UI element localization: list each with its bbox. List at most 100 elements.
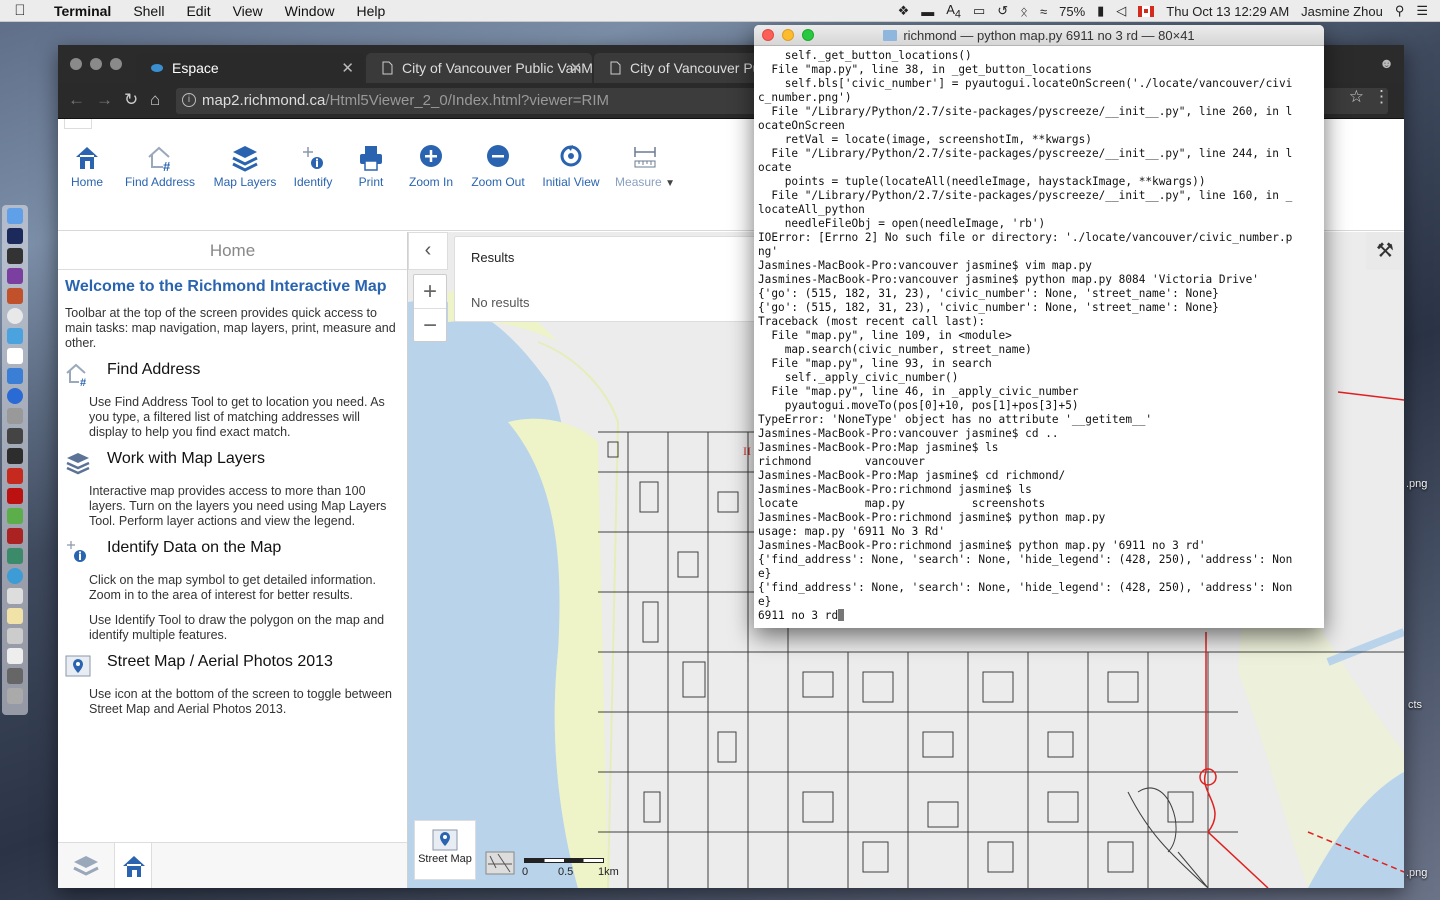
messages-icon[interactable]	[7, 328, 23, 344]
apple-menu-icon[interactable]: 	[0, 2, 40, 19]
utility-icon[interactable]	[7, 628, 23, 644]
reload-icon[interactable]: ↻	[124, 90, 138, 110]
chrome-icon[interactable]	[7, 308, 23, 324]
desktop-file-label[interactable]: .png	[1406, 478, 1427, 490]
adobe-icon[interactable]: A4	[946, 2, 961, 21]
section-text: Click on the map symbol to get detailed …	[89, 573, 376, 602]
system-preferences-icon[interactable]	[7, 408, 23, 424]
tool-initial-view[interactable]: Initial View	[542, 141, 600, 189]
basemap-label: Street Map	[418, 853, 472, 865]
app-icon-orange[interactable]	[7, 288, 23, 304]
tool-measure[interactable]: Measure ▼	[614, 141, 676, 189]
help-section-map-layers: Work with Map Layers Interactive map pro…	[65, 450, 399, 529]
battery-percent[interactable]: 75%	[1059, 4, 1085, 19]
results-panel: Results No results	[454, 236, 774, 322]
photoshop-icon[interactable]	[7, 228, 23, 244]
tab-espace[interactable]: Espace ✕	[136, 53, 364, 83]
browser-menu-icon[interactable]: ⋮	[1373, 87, 1390, 107]
app-icon-green[interactable]	[7, 508, 23, 524]
tool-print[interactable]: Print	[354, 141, 388, 189]
notification-center-icon[interactable]: ☰	[1416, 3, 1428, 19]
user-name[interactable]: Jasmine Zhou	[1301, 4, 1383, 19]
map-tools-button[interactable]: ⚒	[1366, 232, 1404, 270]
incognito-icon[interactable]: ☻	[1379, 55, 1394, 71]
print-icon	[360, 146, 382, 171]
battery-status-icon[interactable]: ▬	[921, 4, 934, 19]
menu-shell[interactable]: Shell	[122, 3, 175, 19]
terminal-line: {'go': (515, 182, 31, 23), 'civic_number…	[758, 287, 1219, 300]
home-browser-icon[interactable]: ⌂	[150, 90, 160, 110]
forward-icon[interactable]: →	[96, 90, 113, 110]
desktop-file-label[interactable]: cts	[1408, 699, 1422, 711]
zoom-button[interactable]	[802, 29, 814, 41]
page-favicon-icon	[610, 61, 621, 75]
notes-icon[interactable]	[7, 608, 23, 624]
bookmark-star-icon[interactable]: ☆	[1349, 87, 1364, 107]
time-machine-icon[interactable]: ↺	[997, 3, 1008, 19]
volume-icon[interactable]: ◁	[1116, 3, 1126, 19]
map-zoom-in-button[interactable]: +	[414, 275, 446, 308]
airplay-icon[interactable]: ▭	[973, 3, 985, 19]
close-button[interactable]	[762, 29, 774, 41]
layers-tab-icon[interactable]	[72, 853, 100, 879]
battery-icon[interactable]: ▮	[1097, 3, 1104, 19]
skype-icon[interactable]	[7, 368, 23, 384]
preview-icon[interactable]	[7, 588, 23, 604]
app-store-icon[interactable]	[7, 388, 23, 404]
trash-icon[interactable]	[7, 688, 23, 704]
url-path: /Html5Viewer_2_0/Index.html?viewer=RIM	[325, 92, 609, 109]
tab-close-icon[interactable]: ✕	[341, 59, 354, 77]
terminal-app-icon[interactable]	[7, 248, 23, 264]
section-text: Interactive map provides access to more …	[89, 484, 387, 528]
zoom-window-button[interactable]	[110, 58, 122, 70]
dropbox-icon[interactable]: ❖	[898, 3, 910, 19]
tool-identify[interactable]: Identify	[290, 141, 336, 189]
menu-edit[interactable]: Edit	[175, 3, 221, 19]
tool-label: Map Layers	[213, 175, 277, 189]
document-icon[interactable]	[7, 648, 23, 664]
basemap-toggle-button[interactable]: Street Map	[414, 820, 476, 880]
tool-zoom-out[interactable]: Zoom Out	[470, 141, 526, 189]
menu-view[interactable]: View	[222, 3, 274, 19]
app-icon-red[interactable]	[7, 528, 23, 544]
menu-help[interactable]: Help	[345, 3, 396, 19]
map-zoom-out-button[interactable]: −	[414, 308, 446, 341]
app-icon-purple[interactable]	[7, 268, 23, 284]
site-info-icon[interactable]: i	[182, 93, 196, 107]
app-icon-teal[interactable]	[7, 548, 23, 564]
spotlight-icon[interactable]: ⚲	[1395, 3, 1405, 19]
minimize-window-button[interactable]	[90, 58, 102, 70]
minimize-button[interactable]	[782, 29, 794, 41]
desktop-file-label[interactable]: .png	[1406, 867, 1427, 879]
terminal-line: {'find_address': None, 'search': None, '…	[758, 581, 1293, 594]
calendar-icon[interactable]	[7, 348, 23, 364]
collapse-panel-button[interactable]: ‹	[408, 232, 448, 270]
home-tab-button[interactable]	[114, 843, 152, 888]
toolbar-tab[interactable]	[64, 119, 92, 129]
downloads-icon[interactable]	[7, 668, 23, 684]
menu-window[interactable]: Window	[274, 3, 346, 19]
acrobat-icon[interactable]	[7, 488, 23, 504]
wifi-icon[interactable]: ≈	[1040, 4, 1047, 19]
finder-icon[interactable]	[7, 208, 23, 224]
console-icon[interactable]	[7, 448, 23, 464]
filezilla-icon[interactable]	[7, 468, 23, 484]
menu-app-name[interactable]: Terminal	[40, 3, 122, 19]
aerial-photo-icon[interactable]	[484, 848, 518, 878]
terminal-line: richmond vancouver	[758, 455, 925, 468]
tool-find-address[interactable]: # Find Address	[124, 141, 196, 189]
terminal-output[interactable]: self._get_button_locations() File "map.p…	[754, 46, 1324, 623]
close-window-button[interactable]	[70, 58, 82, 70]
tool-zoom-in[interactable]: Zoom In	[406, 141, 456, 189]
tab-vancouver-1[interactable]: City of Vancouver Public VanM ✕	[366, 53, 592, 83]
app-icon-blue[interactable]	[7, 568, 23, 584]
activity-monitor-icon[interactable]	[7, 428, 23, 444]
tool-home[interactable]: Home	[70, 141, 104, 189]
input-source-flag-icon[interactable]	[1138, 5, 1155, 17]
tool-map-layers[interactable]: Map Layers	[210, 141, 280, 189]
back-icon[interactable]: ←	[68, 90, 85, 110]
tab-close-icon[interactable]: ✕	[569, 59, 582, 77]
clock[interactable]: Thu Oct 13 12:29 AM	[1166, 4, 1289, 19]
terminal-line: TypeError: 'NoneType' object has no attr…	[758, 413, 1153, 426]
bluetooth-icon[interactable]: ᛟ	[1020, 4, 1028, 19]
